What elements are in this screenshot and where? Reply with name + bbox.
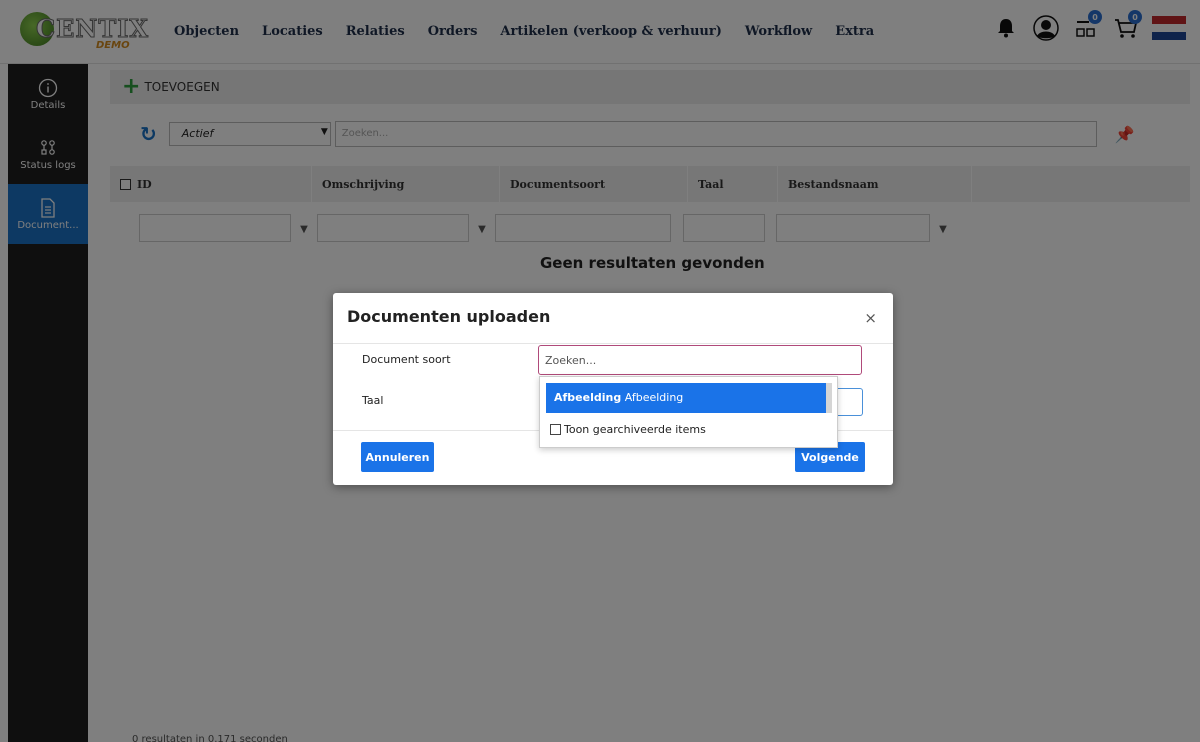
cancel-button[interactable]: Annuleren [361, 442, 434, 472]
document-type-search-input[interactable]: Zoeken... [538, 345, 862, 375]
dropdown-scrollbar[interactable] [826, 383, 832, 413]
language-label: Taal [362, 394, 384, 407]
archive-checkbox[interactable] [550, 424, 561, 435]
archive-label: Toon gearchiveerde items [564, 423, 706, 436]
divider [333, 343, 893, 344]
dropdown-option-afbeelding[interactable]: Afbeelding Afbeelding [546, 383, 826, 413]
document-type-label: Document soort [362, 353, 451, 366]
document-type-dropdown: Afbeelding Afbeelding Toon gearchiveerde… [539, 376, 838, 448]
option-code: Afbeelding [554, 391, 622, 404]
close-icon[interactable]: × [864, 309, 877, 327]
option-label: Afbeelding [624, 391, 684, 404]
show-archived-toggle[interactable]: Toon gearchiveerde items [550, 423, 706, 436]
modal-title: Documenten uploaden [347, 307, 551, 326]
